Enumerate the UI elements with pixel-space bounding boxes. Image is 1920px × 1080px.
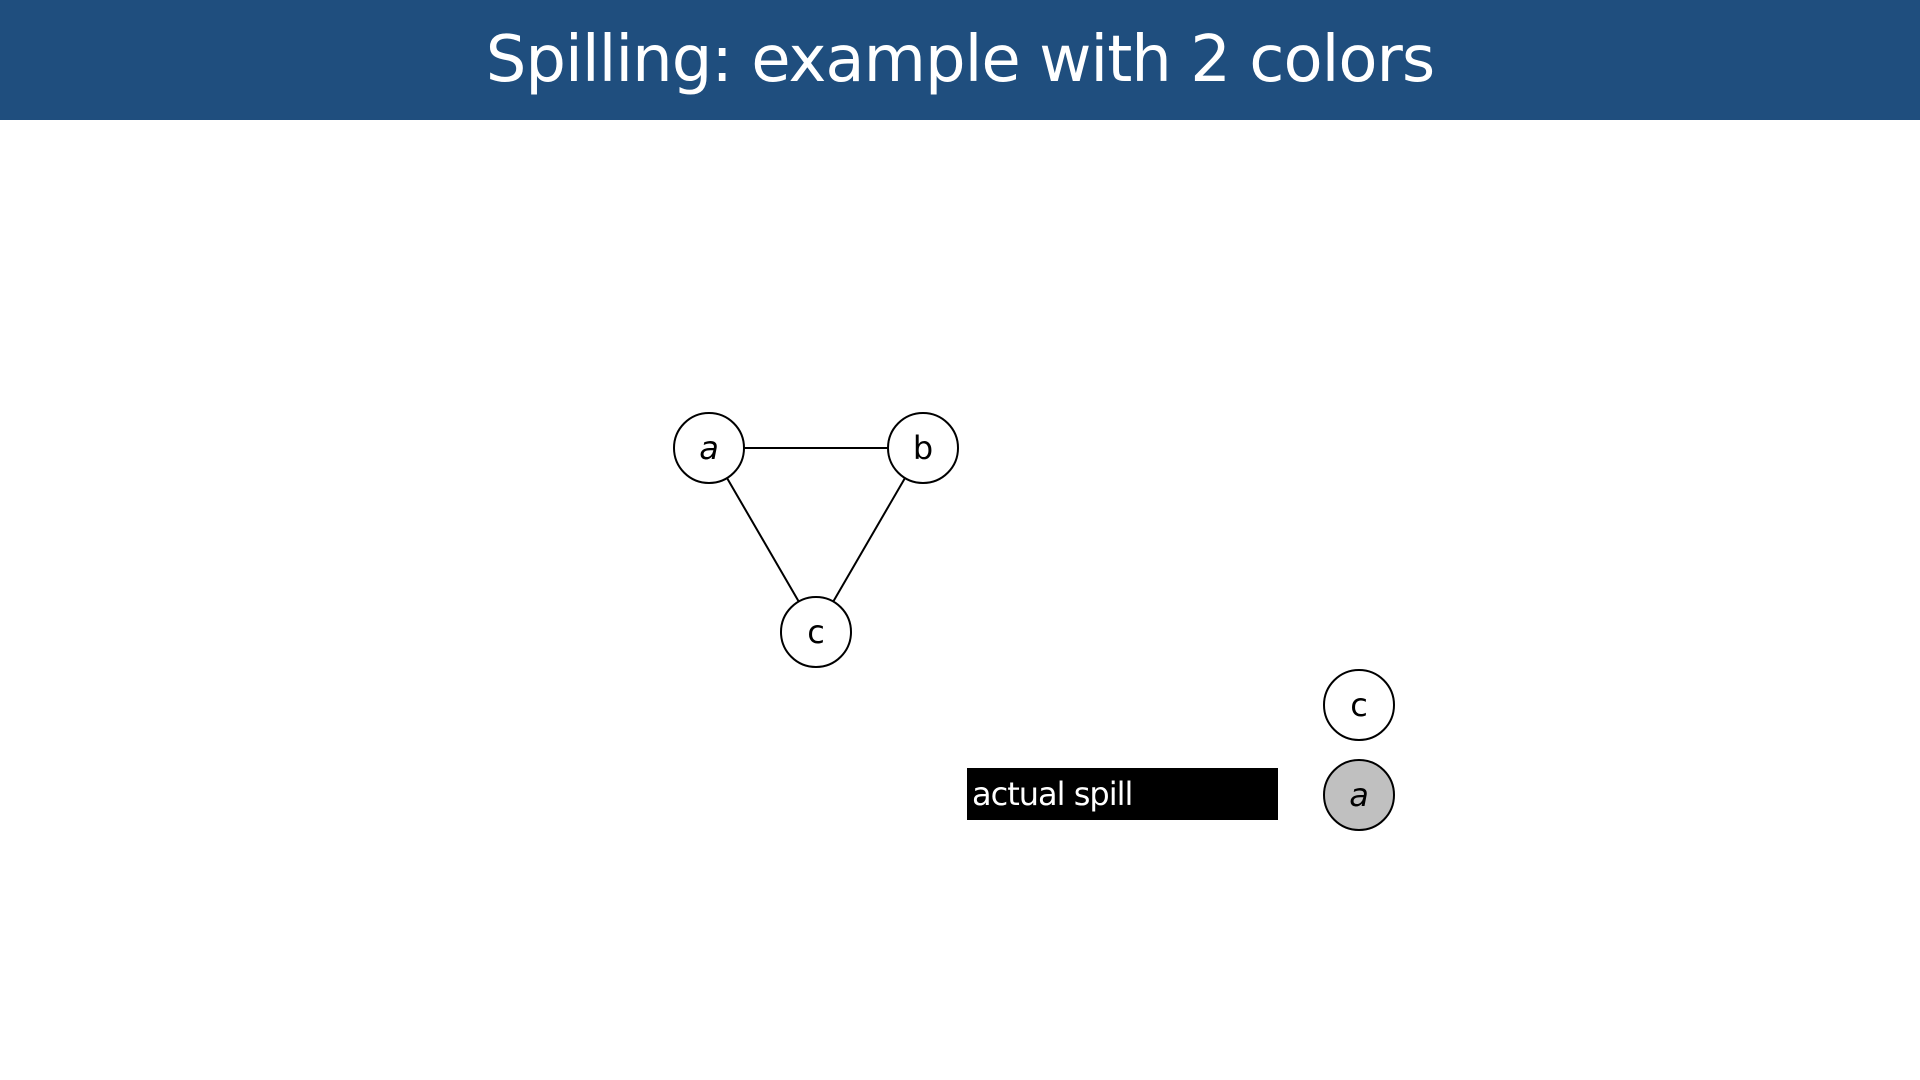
actual-spill-text: actual spill bbox=[972, 775, 1133, 813]
stack-node-top: c bbox=[1323, 669, 1395, 741]
graph-node-b: b bbox=[887, 412, 959, 484]
actual-spill-label-box: actual spill bbox=[967, 768, 1278, 820]
stack-node-spilled-label: a bbox=[1349, 776, 1369, 814]
graph-node-c: c bbox=[780, 596, 852, 668]
graph-node-b-label: b bbox=[913, 429, 933, 467]
edge-a-c bbox=[726, 477, 800, 603]
stack-node-top-label: c bbox=[1350, 686, 1368, 724]
interference-graph-diagram: a b c c a bbox=[673, 412, 1395, 831]
graph-node-a-label: a bbox=[699, 429, 719, 467]
graph-node-c-label: c bbox=[807, 613, 825, 651]
stack-node-spilled: a bbox=[1323, 759, 1395, 831]
edge-b-c bbox=[832, 477, 906, 603]
graph-node-a: a bbox=[673, 412, 745, 484]
